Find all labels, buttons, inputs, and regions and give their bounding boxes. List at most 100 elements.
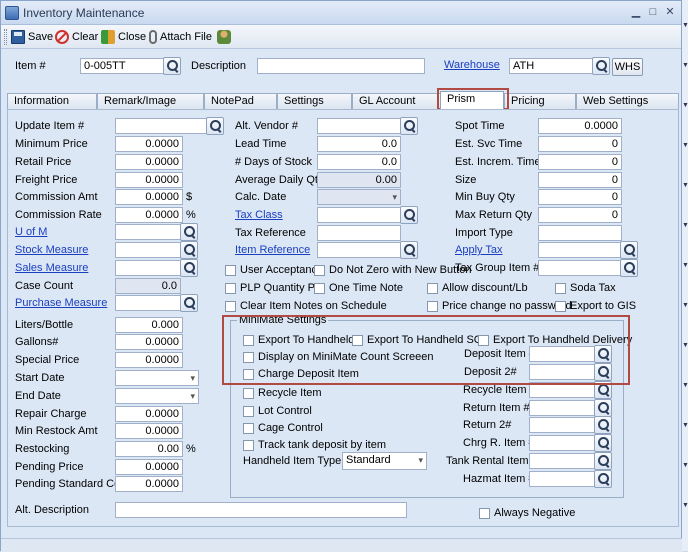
spot-time-field[interactable]: 0.0000 xyxy=(538,118,622,134)
update-item-field[interactable] xyxy=(115,118,207,134)
tab-gl-account[interactable]: GL Account xyxy=(352,93,442,109)
charge-deposit-checkbox[interactable]: Charge Deposit Item xyxy=(243,368,359,380)
item-reference-field[interactable] xyxy=(317,242,401,258)
alt-vendor-field[interactable] xyxy=(317,118,401,134)
start-date-field[interactable] xyxy=(115,370,199,386)
description-field[interactable] xyxy=(257,58,425,74)
tank-rental-field[interactable] xyxy=(529,453,597,469)
min-buy-qty-field[interactable]: 0 xyxy=(538,189,622,205)
checkbox-box[interactable] xyxy=(555,300,566,312)
min-restock-field[interactable]: 0.0000 xyxy=(115,423,183,439)
est-svc-time-field[interactable]: 0 xyxy=(538,136,622,152)
checkbox-box[interactable] xyxy=(225,264,236,276)
deposit2-field[interactable] xyxy=(529,364,597,380)
checkbox-box[interactable] xyxy=(479,507,490,519)
recycle-item-field[interactable] xyxy=(529,382,597,398)
max-return-qty-field[interactable]: 0 xyxy=(538,207,622,223)
checkbox-box[interactable] xyxy=(427,300,438,312)
hazmat-item-field[interactable] xyxy=(529,471,597,487)
update-item-search-icon[interactable] xyxy=(206,117,224,135)
warehouse-search-icon[interactable] xyxy=(592,57,610,75)
alt-description-field[interactable] xyxy=(115,502,407,518)
gallons-field[interactable]: 0.0000 xyxy=(115,334,183,350)
checkbox-box[interactable] xyxy=(478,334,489,346)
item-reference-search-icon[interactable] xyxy=(400,241,418,259)
checkbox-box[interactable] xyxy=(225,300,236,312)
checkbox-box[interactable] xyxy=(352,334,363,346)
close-window-icon[interactable]: ✕ xyxy=(663,5,677,19)
checkbox-box[interactable] xyxy=(243,422,254,434)
tax-class-field[interactable] xyxy=(317,207,401,223)
apply-tax-field[interactable] xyxy=(538,242,622,258)
alt-vendor-search-icon[interactable] xyxy=(400,117,418,135)
display-count-checkbox[interactable]: Display on MiniMate Count Screeen xyxy=(243,351,433,363)
uofm-field[interactable] xyxy=(115,224,181,240)
export-handheld-checkbox[interactable]: Export To Handheld xyxy=(243,334,354,346)
export-handheld-sc-checkbox[interactable]: Export To Handheld SC xyxy=(352,334,482,346)
restocking-field[interactable]: 0.00 xyxy=(115,441,183,457)
sales-measure-search-icon[interactable] xyxy=(180,259,198,277)
minimize-icon[interactable]: ▁ xyxy=(629,5,643,19)
freight-price-field[interactable]: 0.0000 xyxy=(115,172,183,188)
user-button[interactable] xyxy=(217,28,231,46)
uofm-link[interactable]: U of M xyxy=(15,226,47,238)
soda-tax-checkbox[interactable]: Soda Tax xyxy=(555,282,616,294)
cage-control-checkbox[interactable]: Cage Control xyxy=(243,422,323,434)
checkbox-box[interactable] xyxy=(243,405,254,417)
apply-tax-search-icon[interactable] xyxy=(620,241,638,259)
calc-date-field[interactable] xyxy=(317,189,401,205)
item-reference-link[interactable]: Item Reference xyxy=(235,244,310,256)
liters-field[interactable]: 0.000 xyxy=(115,317,183,333)
whs-button[interactable]: WHS xyxy=(612,58,643,76)
lead-time-field[interactable]: 0.0 xyxy=(317,136,401,152)
tab-settings[interactable]: Settings xyxy=(277,93,352,109)
commission-rate-field[interactable]: 0.0000 xyxy=(115,207,183,223)
checkbox-box[interactable] xyxy=(243,368,254,380)
tab-remark-image[interactable]: Remark/Image xyxy=(97,93,204,109)
repair-charge-field[interactable]: 0.0000 xyxy=(115,406,183,422)
stock-measure-link[interactable]: Stock Measure xyxy=(15,244,88,256)
est-increm-time-field[interactable]: 0 xyxy=(538,154,622,170)
stock-measure-field[interactable] xyxy=(115,242,181,258)
tax-class-search-icon[interactable] xyxy=(400,206,418,224)
return2-field[interactable] xyxy=(529,417,597,433)
tax-group-item-field[interactable] xyxy=(538,260,622,276)
tax-group-item-search-icon[interactable] xyxy=(620,259,638,277)
toolbar-grip[interactable] xyxy=(4,29,7,45)
purchase-measure-field[interactable] xyxy=(115,295,181,311)
checkbox-box[interactable] xyxy=(427,282,438,294)
return2-search-icon[interactable] xyxy=(594,416,612,434)
stock-measure-search-icon[interactable] xyxy=(180,241,198,259)
checkbox-box[interactable] xyxy=(243,439,254,451)
checkbox-box[interactable] xyxy=(225,282,236,294)
item-field[interactable]: 0-005TT xyxy=(80,58,164,74)
sales-measure-field[interactable] xyxy=(115,260,181,276)
attach-file-button[interactable]: Attach File xyxy=(149,28,212,46)
deposit2-search-icon[interactable] xyxy=(594,363,612,381)
chrg-item-field[interactable] xyxy=(529,435,597,451)
checkbox-box[interactable] xyxy=(314,264,325,276)
price-change-checkbox[interactable]: Price change no password xyxy=(427,300,572,312)
return-item-search-icon[interactable] xyxy=(594,399,612,417)
retail-price-field[interactable]: 0.0000 xyxy=(115,154,183,170)
tab-web-settings[interactable]: Web Settings xyxy=(576,93,679,109)
tab-notepad[interactable]: NotePad xyxy=(204,93,277,109)
deposit-item-search-icon[interactable] xyxy=(594,345,612,363)
minimum-price-field[interactable]: 0.0000 xyxy=(115,136,183,152)
close-button[interactable]: Close xyxy=(101,28,146,46)
tank-rental-search-icon[interactable] xyxy=(594,452,612,470)
pending-price-field[interactable]: 0.0000 xyxy=(115,459,183,475)
tab-pricing[interactable]: Pricing xyxy=(504,93,576,109)
handheld-type-select[interactable]: Standard xyxy=(342,452,427,470)
special-price-field[interactable]: 0.0000 xyxy=(115,352,183,368)
warehouse-link[interactable]: Warehouse xyxy=(444,59,500,71)
avg-daily-qty-field[interactable]: 0.00 xyxy=(317,172,401,188)
always-negative-checkbox[interactable]: Always Negative xyxy=(479,507,575,519)
user-acceptance-checkbox[interactable]: User Acceptance xyxy=(225,264,323,276)
deposit-item-field[interactable] xyxy=(529,346,597,362)
checkbox-box[interactable] xyxy=(243,387,254,399)
warehouse-field[interactable]: ATH xyxy=(509,58,593,74)
checkbox-box[interactable] xyxy=(555,282,566,294)
track-tank-checkbox[interactable]: Track tank deposit by item xyxy=(243,439,386,451)
export-gis-checkbox[interactable]: Export to GIS xyxy=(555,300,636,312)
